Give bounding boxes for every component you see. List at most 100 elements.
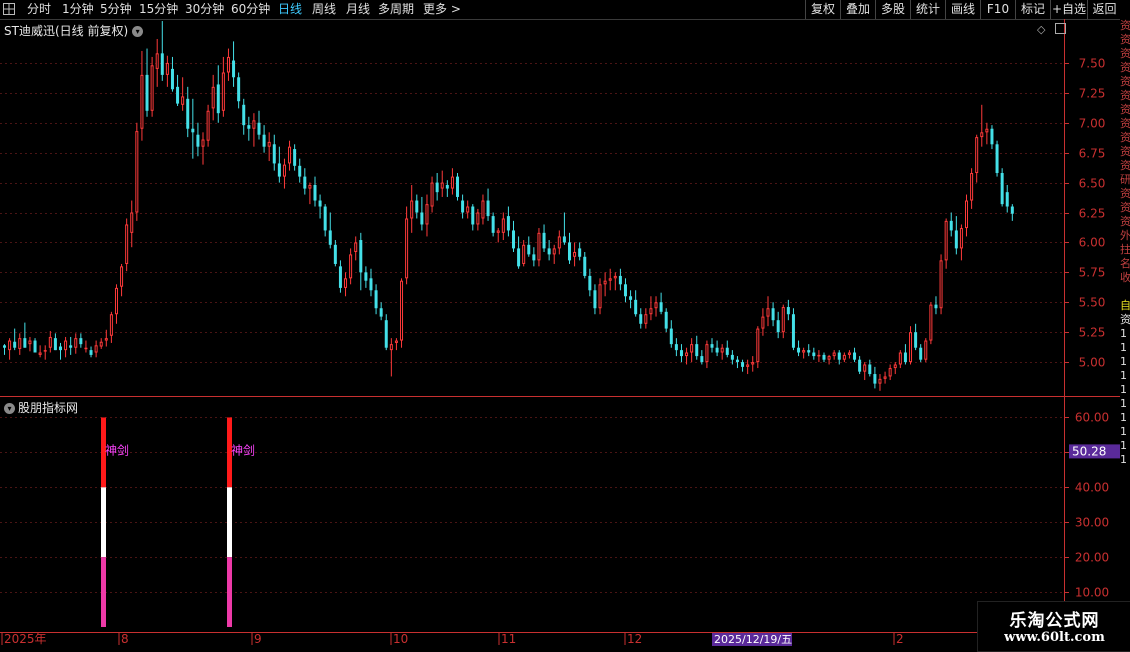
candle bbox=[501, 212, 505, 241]
price-tick-label: 6.50 bbox=[1079, 177, 1106, 191]
candle-body bbox=[898, 352, 902, 365]
candle-body bbox=[79, 338, 83, 345]
candle-body bbox=[980, 132, 984, 138]
candle-body bbox=[761, 316, 765, 329]
candle bbox=[206, 104, 210, 147]
stock-title-text: ST迪威迅(日线 前复权) bbox=[4, 24, 129, 38]
window-toggle-icon[interactable] bbox=[1054, 23, 1066, 34]
candle-body bbox=[410, 200, 414, 219]
candle-body bbox=[181, 96, 185, 105]
candle bbox=[517, 236, 521, 269]
candle-body bbox=[374, 290, 378, 309]
candle bbox=[634, 290, 638, 317]
candle-body bbox=[741, 362, 745, 367]
time-axis-label: 10 bbox=[393, 632, 408, 646]
candle-body bbox=[461, 200, 465, 213]
candle-body bbox=[456, 176, 460, 197]
candle-body bbox=[578, 248, 582, 257]
candle-body bbox=[797, 347, 801, 353]
price-tick-label: 6.25 bbox=[1079, 207, 1106, 221]
side-strip-char: 资 bbox=[1120, 187, 1130, 200]
candle bbox=[3, 344, 6, 355]
candle bbox=[1000, 168, 1004, 207]
candle bbox=[364, 266, 368, 288]
kline-chart[interactable]: 7.50 7.25 7.00 6.75 6.50 6.25 6.00 5.75 5.50 5.25… bbox=[0, 0, 1120, 650]
signal-label: 神剑 bbox=[231, 442, 255, 457]
candle bbox=[476, 208, 480, 231]
candle-body bbox=[160, 53, 164, 75]
candle bbox=[685, 347, 689, 365]
candle-body bbox=[476, 212, 480, 225]
candle-body bbox=[547, 248, 551, 255]
candle-body bbox=[242, 104, 246, 126]
candle bbox=[512, 220, 515, 252]
candle bbox=[847, 350, 851, 359]
candle-body bbox=[995, 144, 999, 174]
candle-body bbox=[847, 352, 851, 355]
stock-title[interactable]: ST迪威迅(日线 前复权) ▾ bbox=[4, 22, 144, 39]
candle-body bbox=[298, 165, 302, 177]
candle-body bbox=[985, 128, 989, 133]
candle-body bbox=[28, 340, 32, 345]
candle-body bbox=[593, 290, 597, 309]
candle bbox=[28, 336, 32, 352]
candle bbox=[496, 228, 500, 243]
candle bbox=[644, 308, 648, 329]
candle bbox=[898, 350, 902, 369]
side-strip-char: 收 bbox=[1120, 271, 1130, 284]
indicator-tick-label: 10.00 bbox=[1075, 586, 1109, 600]
candle-body bbox=[282, 164, 286, 177]
candle-body bbox=[318, 200, 322, 207]
diamond-icon[interactable]: ◇ bbox=[1037, 23, 1045, 36]
candle-body bbox=[603, 280, 607, 285]
candle bbox=[573, 242, 577, 267]
side-strip-char: 资 bbox=[1120, 131, 1130, 144]
candle bbox=[629, 290, 633, 309]
candle-body bbox=[644, 314, 648, 324]
candle bbox=[664, 308, 668, 333]
candle-body bbox=[674, 344, 678, 351]
side-strip-char: 1 bbox=[1120, 383, 1127, 396]
candle bbox=[791, 308, 795, 351]
price-tick-label: 5.00 bbox=[1079, 356, 1106, 370]
side-strip-char: 资 bbox=[1120, 117, 1130, 130]
candle-body bbox=[873, 374, 877, 384]
side-strip-char: 自 bbox=[1120, 299, 1130, 312]
candle bbox=[201, 132, 205, 165]
candle bbox=[741, 359, 745, 372]
candle-body bbox=[730, 354, 734, 360]
candle-body bbox=[888, 368, 892, 377]
candle bbox=[69, 336, 73, 355]
candle bbox=[170, 56, 174, 92]
price-tick-label: 7.25 bbox=[1079, 87, 1106, 101]
candle-body bbox=[440, 182, 444, 189]
signal-bars: 神剑 神剑 bbox=[101, 417, 255, 627]
candle-body bbox=[903, 352, 907, 363]
candle bbox=[995, 140, 999, 177]
candle bbox=[486, 188, 490, 221]
candle-body bbox=[471, 206, 475, 225]
candle-body bbox=[333, 244, 337, 264]
candle-body bbox=[710, 344, 714, 348]
indicator-title[interactable]: ▾ 股朋指标网 bbox=[4, 399, 78, 416]
price-tick-label: 7.00 bbox=[1079, 117, 1106, 131]
candle bbox=[491, 212, 495, 237]
candle bbox=[400, 278, 404, 348]
candle bbox=[817, 350, 821, 363]
candle bbox=[842, 352, 846, 363]
chevron-down-icon[interactable]: ▾ bbox=[4, 403, 15, 414]
candle bbox=[18, 333, 22, 355]
candle-body bbox=[975, 137, 979, 174]
candle bbox=[181, 77, 185, 111]
candle-body bbox=[150, 65, 154, 111]
candle-body bbox=[522, 244, 526, 264]
candle-body bbox=[1005, 192, 1009, 207]
candle-body bbox=[400, 280, 404, 341]
signal-segment bbox=[101, 487, 106, 558]
chevron-down-icon[interactable]: ▾ bbox=[132, 26, 144, 37]
candle-body bbox=[832, 352, 836, 357]
candle bbox=[415, 194, 419, 219]
side-strip-char: 资 bbox=[1120, 145, 1130, 158]
candle-body bbox=[695, 344, 699, 357]
candle bbox=[450, 168, 454, 195]
